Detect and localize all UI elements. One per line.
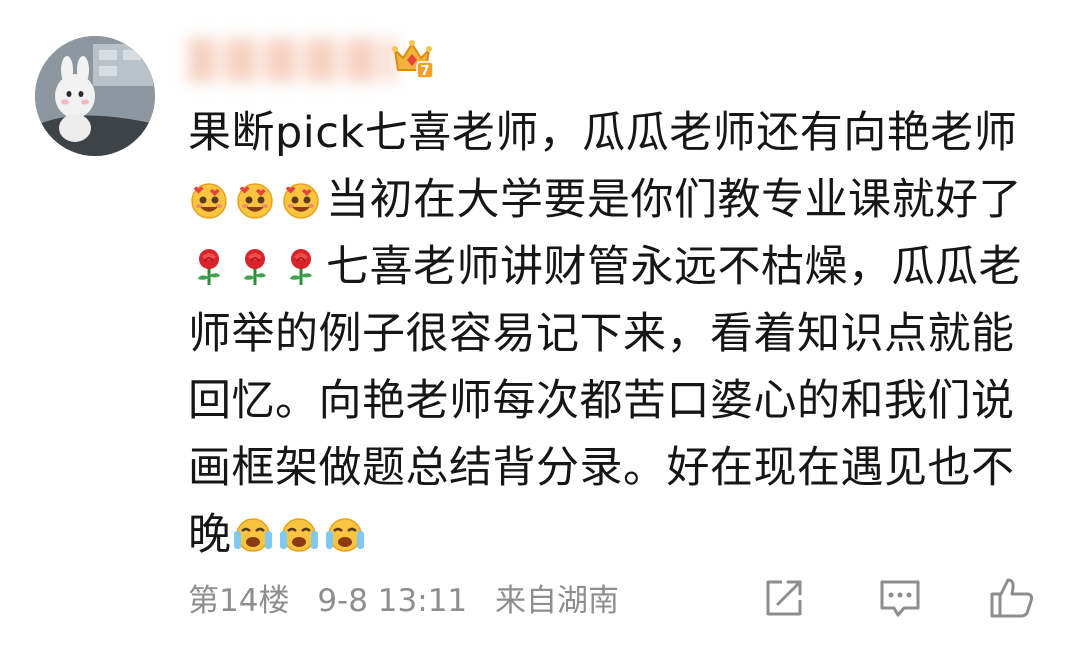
floor-number: 第14楼	[188, 583, 290, 619]
rose-icon	[280, 245, 322, 287]
timestamp: 9-8 13:11	[317, 583, 468, 619]
heart-eyes-icon	[234, 178, 276, 220]
comment-body: 果断pick七喜老师，瓜瓜老师还有向艳老师 当初在大学要是你们教专业课就好了 七…	[188, 100, 1048, 569]
badge-level: 7	[420, 64, 429, 79]
comment-text: 七喜老师讲财管永远不枯燥，瓜瓜老	[326, 242, 1022, 292]
comment-meta: 第14楼 9-8 13:11 来自湖南	[188, 575, 619, 620]
comment-text: 晚	[188, 510, 232, 560]
comment-text: 当初在大学要是你们教专业课就好了	[326, 175, 1022, 225]
crying-icon	[324, 513, 366, 555]
heart-eyes-icon	[280, 178, 322, 220]
comment-text: 回忆。向艳老师每次都苦口婆心的和我们说	[188, 376, 1015, 426]
share-icon[interactable]	[760, 574, 808, 622]
comment-line: 当初在大学要是你们教专业课就好了	[188, 167, 1048, 234]
comment-line: 晚	[188, 502, 1048, 569]
comment-line: 回忆。向艳老师每次都苦口婆心的和我们说	[188, 368, 1048, 435]
comment-line: 果断pick七喜老师，瓜瓜老师还有向艳老师	[188, 100, 1048, 167]
comment-line: 画框架做题总结背分录。好在现在遇见也不	[188, 435, 1048, 502]
heart-eyes-icon	[188, 178, 230, 220]
crying-icon	[278, 513, 320, 555]
rose-icon	[234, 245, 276, 287]
comment-text: 果断pick七喜老师，瓜瓜老师还有向艳老师	[188, 108, 1018, 158]
comment-icon[interactable]	[876, 574, 924, 622]
avatar-image	[35, 36, 155, 156]
location: 来自湖南	[495, 583, 619, 619]
comment-line: 七喜老师讲财管永远不枯燥，瓜瓜老	[188, 234, 1048, 301]
comment-text: 画框架做题总结背分录。好在现在遇见也不	[188, 443, 1015, 493]
comment-line: 师举的例子很容易记下来，看着知识点就能	[188, 301, 1048, 368]
thumbs-up-icon[interactable]	[988, 574, 1036, 622]
crown-level-icon: 7	[389, 36, 435, 80]
rose-icon	[188, 245, 230, 287]
username[interactable]	[188, 38, 395, 82]
crying-icon	[232, 513, 274, 555]
comment-text: 师举的例子很容易记下来，看着知识点就能	[188, 309, 1015, 359]
avatar[interactable]	[35, 36, 155, 156]
